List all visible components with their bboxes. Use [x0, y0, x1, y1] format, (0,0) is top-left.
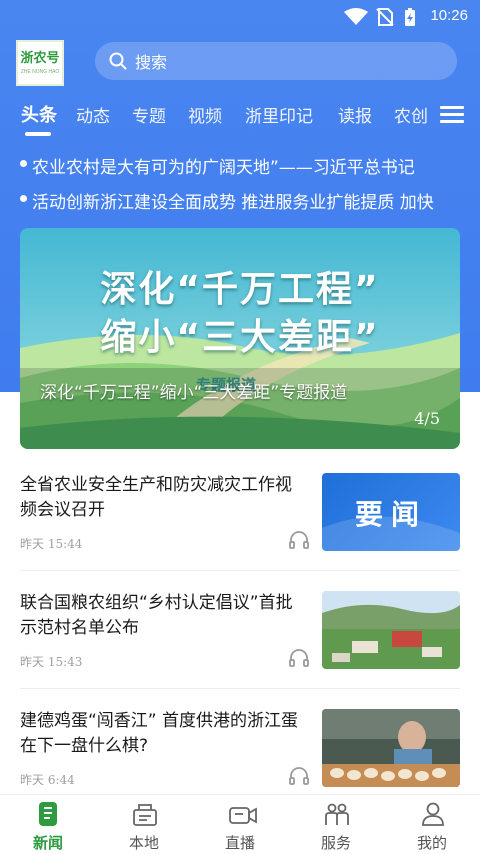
news-title: 联合国粮农组织“乡村认定倡议”首批示范村名单公布: [20, 593, 293, 638]
tab-read-paper[interactable]: 读报: [338, 102, 372, 127]
tab-videos[interactable]: 视频: [188, 102, 222, 127]
news-thumbnail: [322, 591, 460, 669]
headphones-icon[interactable]: [288, 529, 310, 551]
nav-profile[interactable]: 我的: [384, 795, 480, 854]
ticker-text-2: 活动创新浙江建设全面成势 推进服务业扩能提质 加快: [32, 193, 434, 213]
banner-page-indicator: 4/5: [414, 409, 440, 428]
tab-agri-startup[interactable]: 农创: [394, 102, 428, 127]
banner-caption: 深化“千万工程”缩小“三大差距”专题报道: [40, 383, 348, 403]
nav-local[interactable]: 本地: [96, 795, 192, 854]
news-time: 昨天 15:44: [20, 537, 83, 551]
no-sim-icon: [376, 8, 394, 26]
news-icon: [39, 802, 57, 826]
news-thumbnail: 要闻: [322, 473, 460, 551]
live-camera-icon: [229, 807, 257, 824]
headphones-icon[interactable]: [288, 765, 310, 787]
tab-dynamics[interactable]: 动态: [76, 102, 110, 127]
profile-icon: [422, 802, 444, 826]
nav-label: 新闻: [32, 834, 63, 852]
status-bar: 10:26: [0, 0, 480, 34]
ticker-line-2[interactable]: 活动创新浙江建设全面成势 推进服务业扩能提质 加快: [20, 185, 460, 215]
search-icon: [109, 52, 127, 70]
banner-headline-2: 缩小“三大差距”: [100, 317, 380, 358]
news-time: 昨天 6:44: [20, 773, 75, 787]
tab-headlines[interactable]: 头条: [21, 101, 57, 127]
logo-subtext: ZHE NONG HAO: [20, 68, 60, 75]
wifi-icon: [344, 8, 368, 25]
news-thumbnail: [322, 709, 460, 787]
app-header: 浙农号 ZHE NONG HAO 搜索: [0, 34, 480, 90]
ticker-line-1[interactable]: 农业农村是大有可为的广阔天地”——习近平总书记: [20, 150, 460, 180]
nav-label: 我的: [416, 834, 447, 852]
ticker-bullet: [20, 160, 27, 167]
bottom-navigation: 新闻 本地 直播 服务 我的: [0, 794, 480, 854]
nav-label: 直播: [224, 834, 255, 852]
tab-zheli-imprint[interactable]: 浙里印记: [245, 102, 313, 127]
divider: [20, 688, 460, 689]
news-item[interactable]: 联合国粮农组织“乡村认定倡议”首批示范村名单公布 昨天 15:43: [20, 591, 460, 695]
headphones-icon[interactable]: [288, 647, 310, 669]
news-item[interactable]: 全省农业安全生产和防灾减灾工作视频会议召开 昨天 15:44 要闻: [20, 473, 460, 577]
logo-text: 浙农号: [20, 50, 60, 66]
news-title: 全省农业安全生产和防灾减灾工作视频会议召开: [20, 475, 292, 520]
service-icon: [325, 803, 349, 825]
battery-charging-icon: [405, 8, 415, 26]
divider: [20, 570, 460, 571]
app-logo[interactable]: 浙农号 ZHE NONG HAO: [16, 40, 64, 86]
news-time: 昨天 15:43: [20, 655, 83, 669]
search-placeholder: 搜索: [135, 53, 168, 72]
search-bar[interactable]: 搜索: [95, 42, 457, 80]
nav-label: 本地: [128, 834, 159, 852]
banner-headline-1: 深化“千万工程”: [100, 269, 380, 310]
channel-tabs: 头条 动态 专题 视频 浙里印记 读报 农创: [0, 96, 480, 140]
local-icon: [133, 804, 157, 826]
active-tab-indicator: [25, 132, 51, 136]
ticker-text-1: 农业农村是大有可为的广阔天地”——习近平总书记: [32, 158, 415, 178]
status-time: 10:26: [430, 7, 468, 24]
tab-topics[interactable]: 专题: [132, 102, 166, 127]
menu-icon[interactable]: [440, 106, 464, 126]
news-thumb-label: 要闻: [354, 498, 427, 531]
nav-live[interactable]: 直播: [192, 795, 288, 854]
hero-banner[interactable]: 深化“千万工程” 缩小“三大差距” 专题报道 深化“千万工程”缩小“三大差距”专…: [20, 228, 460, 449]
ticker-bullet: [20, 195, 27, 202]
news-title: 建德鸡蛋“闯香江” 首度供港的浙江蛋在下一盘什么棋?: [20, 711, 299, 756]
nav-label: 服务: [320, 834, 351, 852]
nav-service[interactable]: 服务: [288, 795, 384, 854]
nav-news[interactable]: 新闻: [0, 795, 96, 854]
